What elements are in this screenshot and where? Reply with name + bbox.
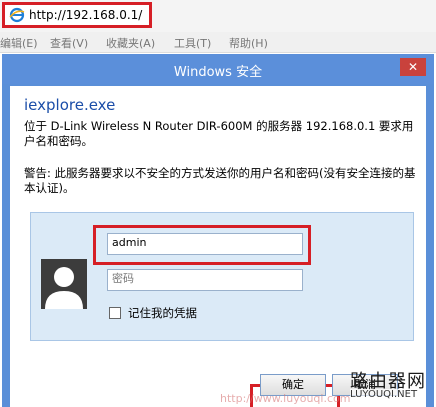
remember-credentials[interactable]: 记住我的凭据 bbox=[109, 305, 197, 321]
user-avatar bbox=[41, 259, 87, 309]
remember-label: 记住我的凭据 bbox=[128, 306, 197, 320]
app-name: iexplore.exe bbox=[24, 96, 116, 114]
dialog-title: Windows 安全 bbox=[173, 65, 263, 80]
address-bar: http://192.168.0.1/ bbox=[0, 0, 436, 33]
server-description: 位于 D-Link Wireless N Router DIR-600M 的服务… bbox=[24, 119, 414, 148]
remember-checkbox[interactable] bbox=[109, 307, 121, 319]
menu-view[interactable]: 查看(V) bbox=[50, 35, 88, 51]
menu-help[interactable]: 帮助(H) bbox=[229, 35, 268, 51]
username-field[interactable]: admin bbox=[107, 233, 303, 255]
dialog-titlebar[interactable]: Windows 安全 ✕ bbox=[2, 54, 434, 84]
security-warning: 警告: 此服务器要求以不安全的方式发送你的用户名和密码(没有安全连接的基本认证)… bbox=[24, 166, 416, 195]
credentials-panel: admin 密码 记住我的凭据 bbox=[30, 212, 414, 341]
menu-tools[interactable]: 工具(T) bbox=[174, 35, 211, 51]
watermark-domain: LUYOUQI.NET bbox=[350, 389, 418, 400]
windows-security-dialog: Windows 安全 ✕ iexplore.exe 位于 D-Link Wire… bbox=[2, 54, 434, 407]
url-text[interactable]: http://192.168.0.1/ bbox=[29, 8, 142, 22]
url-highlight-box[interactable]: http://192.168.0.1/ bbox=[2, 2, 152, 28]
menu-favorites[interactable]: 收藏夹(A) bbox=[106, 35, 155, 51]
menu-edit[interactable]: 编辑(E) bbox=[0, 35, 38, 51]
user-icon bbox=[41, 259, 87, 309]
watermark-url: http://www.luyouqi.com bbox=[220, 392, 351, 405]
dialog-content: iexplore.exe 位于 D-Link Wireless N Router… bbox=[10, 86, 426, 407]
close-button[interactable]: ✕ bbox=[400, 58, 426, 76]
menu-bar: 编辑(E) 查看(V) 收藏夹(A) 工具(T) 帮助(H) bbox=[0, 32, 436, 53]
ie-icon bbox=[9, 7, 25, 23]
screenshot: http://192.168.0.1/ 编辑(E) 查看(V) 收藏夹(A) 工… bbox=[0, 0, 436, 407]
password-field[interactable]: 密码 bbox=[107, 269, 303, 291]
